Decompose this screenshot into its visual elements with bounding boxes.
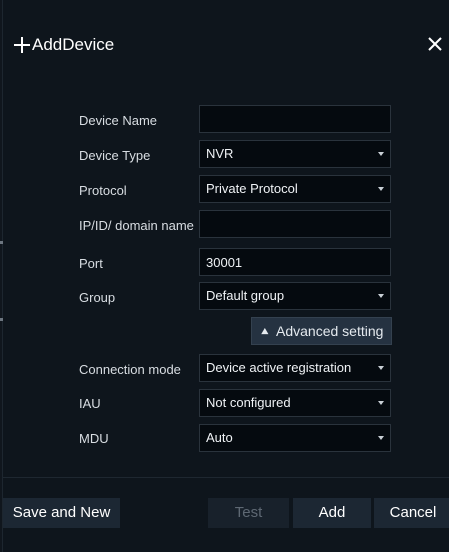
dropdown-caret-icon xyxy=(378,401,384,405)
connection-mode-select[interactable]: Device active registration xyxy=(199,354,391,382)
dropdown-caret-icon xyxy=(378,152,384,156)
save-and-new-button[interactable]: Save and New xyxy=(3,498,120,528)
dropdown-caret-icon xyxy=(378,294,384,298)
device-name-input[interactable] xyxy=(199,105,391,133)
group-select[interactable]: Default group xyxy=(199,282,391,310)
mdu-value: Auto xyxy=(206,430,233,445)
cancel-button[interactable]: Cancel xyxy=(374,498,449,528)
group-value: Default group xyxy=(206,288,285,303)
mdu-select[interactable]: Auto xyxy=(199,424,391,452)
advanced-setting-label: Advanced setting xyxy=(276,323,384,339)
footer-divider xyxy=(3,477,449,478)
iau-select[interactable]: Not configured xyxy=(199,389,391,417)
port-label: Port xyxy=(79,256,103,271)
dialog-title: AddDevice xyxy=(32,35,115,54)
dropdown-caret-icon xyxy=(378,187,384,191)
mdu-label: MDU xyxy=(79,431,109,446)
connection-mode-label: Connection mode xyxy=(79,362,181,377)
dropdown-caret-icon xyxy=(378,366,384,370)
device-type-value: NVR xyxy=(206,146,234,161)
port-input[interactable] xyxy=(199,248,391,276)
ip-domain-label: IP/ID/ domain name xyxy=(79,218,194,233)
device-type-label: Device Type xyxy=(79,148,151,163)
test-button[interactable]: Test xyxy=(208,498,289,528)
dialog-title-bar: AddDevice xyxy=(3,0,449,92)
double-chevron-up-icon: ⯅ xyxy=(259,324,270,339)
dropdown-caret-icon xyxy=(378,436,384,440)
plus-icon xyxy=(14,37,30,53)
protocol-value: Private Protocol xyxy=(206,181,298,196)
protocol-select[interactable]: Private Protocol xyxy=(199,175,391,203)
advanced-setting-button[interactable]: ⯅ Advanced setting xyxy=(251,317,392,345)
window-edge-mark xyxy=(0,241,3,244)
window-edge-mark xyxy=(0,318,3,321)
close-icon[interactable] xyxy=(427,36,443,52)
device-name-label: Device Name xyxy=(79,113,158,128)
iau-value: Not configured xyxy=(206,395,291,410)
iau-label: IAU xyxy=(79,396,101,411)
add-device-dialog: AddDevice Device Name Device Type NVR Pr… xyxy=(2,0,449,552)
protocol-label: Protocol xyxy=(79,183,127,198)
ip-domain-input[interactable] xyxy=(199,210,391,238)
group-label: Group xyxy=(79,290,116,305)
device-type-select[interactable]: NVR xyxy=(199,140,391,168)
connection-mode-value: Device active registration xyxy=(206,360,352,375)
add-button[interactable]: Add xyxy=(293,498,371,528)
